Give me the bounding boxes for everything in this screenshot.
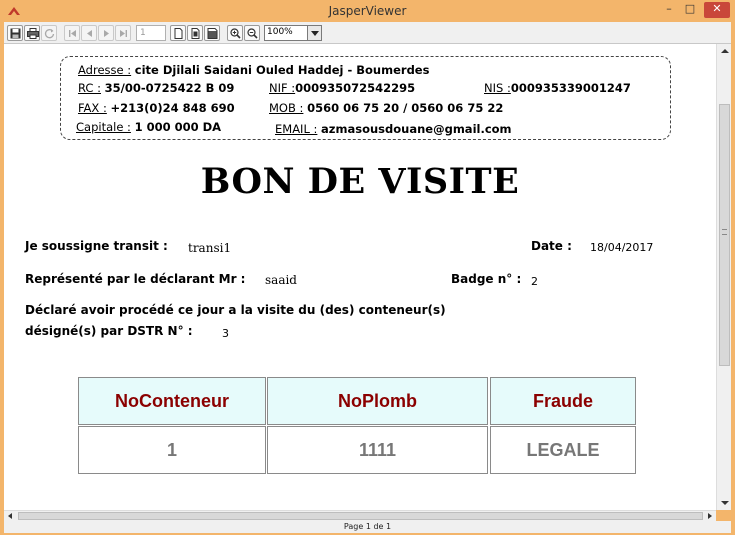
column-header-noplomb: NoPlomb [267, 377, 488, 425]
email-field: EMAIL : azmasousdouane@gmail.com [275, 122, 512, 136]
jasper-viewer-window: JasperViewer – □ ✕ 1 100% Adresse: cite… [0, 0, 735, 535]
capital-label: Capitale : [76, 120, 131, 134]
minimize-button[interactable]: – [662, 2, 676, 18]
previous-page-icon [87, 30, 92, 37]
mob-field: MOB : 0560 06 75 20 / 0560 06 75 22 [269, 101, 503, 115]
table-cell-noconteneur: 1 [78, 426, 266, 474]
table-cell-value: 1111 [358, 439, 397, 460]
report-page: Adresse : cite Djilali Saidani Ouled Had… [4, 44, 716, 510]
nis-field: NIS :000935339001247 [484, 81, 631, 95]
badge-label: Badge n° : [451, 272, 522, 286]
fax-field: FAX : +213(0)24 848 690 [78, 101, 235, 115]
fit-width-icon [207, 28, 218, 39]
previous-page-button[interactable] [81, 25, 97, 41]
zoom-select[interactable]: 100% [264, 25, 322, 41]
vertical-scrollbar[interactable] [716, 44, 731, 510]
fit-page-button[interactable] [187, 25, 203, 41]
table-cell-fraude: LEGALE [490, 426, 636, 474]
nif-field: NIF :000935072542295 [269, 81, 415, 95]
actual-size-page-icon [174, 28, 183, 39]
badge-value: 2 [531, 275, 538, 288]
fax-label: FAX : [78, 101, 107, 115]
table-cell-noplomb: 1111 [267, 426, 488, 474]
refresh-icon [44, 29, 55, 39]
declarant-label: Représenté par le déclarant Mr : [25, 272, 246, 286]
chevron-down-icon[interactable] [307, 26, 321, 40]
last-page-button[interactable] [115, 25, 131, 41]
reload-button[interactable] [41, 25, 57, 41]
email-value: azmasousdouane@gmail.com [321, 122, 512, 136]
next-page-icon [104, 30, 109, 37]
actual-size-button[interactable] [170, 25, 186, 41]
first-page-icon [69, 30, 76, 37]
transit-value: transi1 [188, 241, 232, 255]
column-header-label: NoPlomb [338, 390, 417, 411]
nif-label: NIF : [269, 81, 296, 95]
horizontal-scroll-thumb[interactable] [18, 512, 703, 520]
date-value: 18/04/2017 [590, 241, 654, 254]
zoom-in-button[interactable] [227, 25, 243, 41]
date-label: Date : [531, 239, 572, 253]
fax-value: +213(0)24 848 690 [110, 101, 235, 115]
fit-width-button[interactable] [204, 25, 220, 41]
zoom-in-icon [230, 28, 241, 39]
column-header-fraude: Fraude [490, 377, 636, 425]
horizontal-scrollbar[interactable] [4, 510, 716, 521]
rc-value: 35/00-0725422 B 09 [104, 81, 235, 95]
next-page-button[interactable] [98, 25, 114, 41]
declarant-value: saaid [265, 273, 297, 287]
address-label: Adresse : [78, 63, 132, 77]
title-bar: JasperViewer – □ ✕ [0, 0, 735, 22]
scroll-down-arrow[interactable] [717, 496, 732, 510]
column-header-label: NoConteneur [115, 390, 229, 411]
scroll-right-arrow[interactable] [704, 511, 716, 521]
print-button[interactable] [24, 25, 40, 41]
zoom-out-icon [247, 28, 258, 39]
table-cell-value: 1 [166, 439, 177, 460]
page-number-input[interactable]: 1 [136, 25, 166, 41]
last-page-icon [120, 30, 127, 37]
save-button[interactable] [7, 25, 23, 41]
nis-label: NIS : [484, 81, 511, 95]
zoom-out-button[interactable] [244, 25, 260, 41]
column-header-label: Fraude [532, 390, 593, 411]
rc-field: RC : 35/00-0725422 B 09 [78, 81, 234, 95]
zoom-value: 100% [267, 27, 293, 37]
capital-field: Capitale : 1 000 000 DA [76, 120, 221, 134]
rc-label: RC : [78, 81, 101, 95]
address-value: cite Djilali Saidani Ouled Haddej - Boum… [134, 63, 430, 77]
window-title: JasperViewer [328, 4, 407, 18]
address-field: Adresse : cite Djilali Saidani Ouled Had… [78, 63, 429, 77]
transit-label: Je soussigne transit : [25, 239, 168, 253]
close-button[interactable]: ✕ [704, 2, 730, 18]
mob-value: 0560 06 75 20 / 0560 06 75 22 [307, 101, 504, 115]
mob-label: MOB : [269, 101, 304, 115]
vertical-scroll-thumb[interactable] [719, 104, 730, 366]
declared-line-1: Déclaré avoir procédé ce jour a la visit… [25, 303, 446, 317]
document-title: BON DE VISITE [200, 161, 520, 202]
first-page-button[interactable] [64, 25, 80, 41]
fit-page-icon [191, 28, 200, 39]
scroll-left-arrow[interactable] [4, 511, 16, 521]
viewer-toolbar: 1 100% [4, 22, 731, 44]
table-cell-value: LEGALE [526, 439, 600, 460]
column-header-noconteneur: NoConteneur [78, 377, 266, 425]
save-icon [10, 28, 21, 39]
page-status: Page 1 de 1 [4, 521, 731, 533]
maximize-button[interactable]: □ [683, 2, 697, 18]
dstr-value: 3 [222, 327, 229, 340]
declared-line-2: désigné(s) par DSTR N° : [25, 324, 193, 338]
nis-value: 000935339001247 [510, 81, 631, 95]
scroll-up-arrow[interactable] [717, 44, 732, 58]
grip-icon [722, 229, 727, 235]
nif-value: 000935072542295 [295, 81, 416, 95]
capital-value: 1 000 000 DA [134, 120, 222, 134]
email-label: EMAIL : [275, 122, 318, 136]
printer-icon [27, 28, 39, 39]
